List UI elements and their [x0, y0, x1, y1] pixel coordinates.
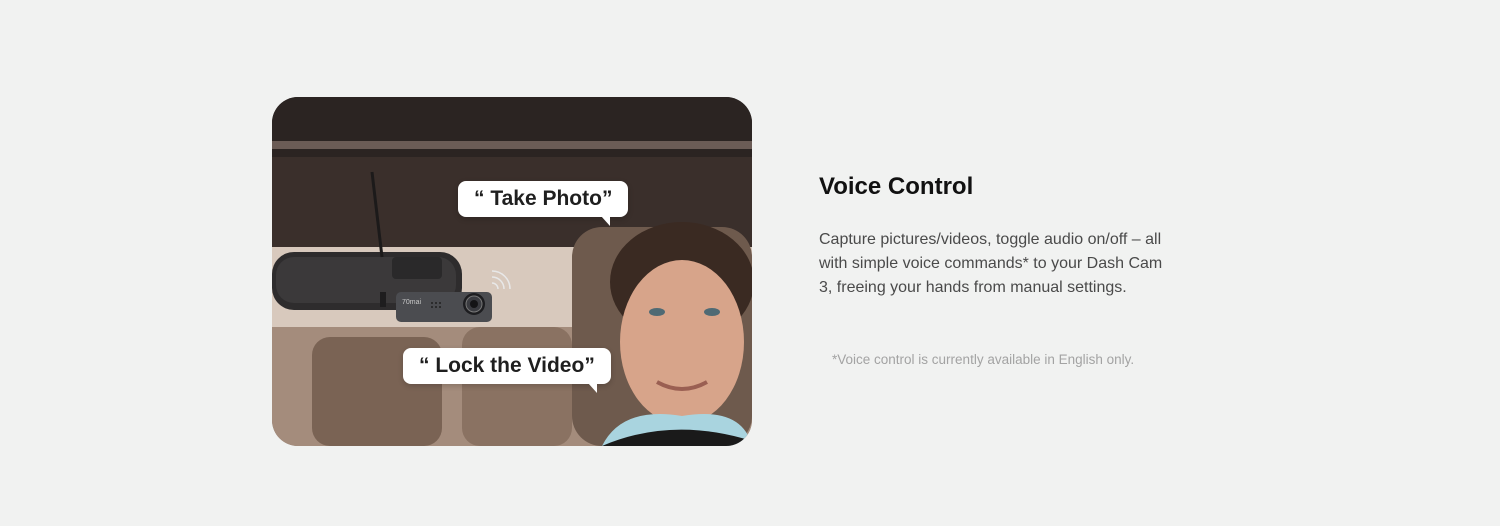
voice-control-section: 70mai “ Take Photo” “ Lock the Video” Vo… — [0, 0, 1500, 526]
driver-dashcam-image: 70mai “ Take Photo” “ Lock the Video” — [272, 97, 752, 446]
car-interior-illustration: 70mai — [272, 97, 752, 446]
take-photo-speech-bubble: “ Take Photo” — [458, 181, 629, 226]
feature-title: Voice Control — [819, 173, 974, 200]
feature-footnote: *Voice control is currently available in… — [832, 352, 1135, 367]
feature-description: Capture pictures/videos, toggle audio on… — [819, 231, 1163, 296]
device-logo: 70mai — [402, 299, 422, 306]
lock-video-speech-bubble: “ Lock the Video” — [403, 348, 611, 393]
